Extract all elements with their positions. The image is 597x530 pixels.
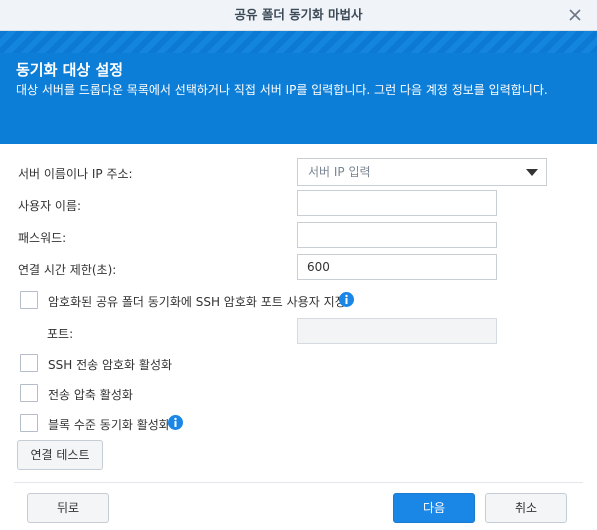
ssh-port-checkbox-label: 암호화된 공유 폴더 동기화에 SSH 암호화 포트 사용자 지정 [48,295,346,309]
password-label: 패스워드: [18,231,67,245]
password-value [298,228,307,242]
timeout-value: 600 [307,260,330,274]
test-connection-button[interactable]: 연결 테스트 [17,440,103,470]
compression-checkbox[interactable] [20,384,38,402]
page-title: 동기화 대상 설정 [16,61,124,79]
username-value [298,196,307,210]
ssh-encryption-checkbox[interactable] [20,354,38,372]
username-label: 사용자 이름: [18,199,82,213]
block-sync-label: 블록 수준 동기화 활성화 [48,418,170,432]
server-label: 서버 이름이나 IP 주소: [18,167,133,181]
server-input-placeholder[interactable]: 서버 IP 입력 [308,159,371,185]
port-value [298,324,307,338]
header-banner: 동기화 대상 설정 대상 서버를 드롭다운 목록에서 선택하거나 직접 서버 I… [0,31,597,144]
chevron-down-icon[interactable] [526,169,538,176]
port-label: 포트: [47,327,74,341]
block-sync-checkbox[interactable] [20,414,38,432]
ssh-port-checkbox[interactable] [20,291,38,309]
back-button[interactable]: 뒤로 [27,493,109,523]
username-field[interactable] [297,190,497,216]
footer-divider [14,482,583,483]
compression-label: 전송 압축 활성화 [48,388,133,402]
window-title: 공유 폴더 동기화 마법사 [234,7,363,22]
server-dropdown[interactable]: 서버 IP 입력 [297,158,547,186]
close-icon[interactable] [567,7,583,23]
port-field[interactable] [297,318,497,344]
page-description: 대상 서버를 드롭다운 목록에서 선택하거나 직접 서버 IP를 입력합니다. … [16,83,548,97]
banner-pattern [0,31,597,53]
cancel-button[interactable]: 취소 [485,493,567,523]
ssh-encryption-label: SSH 전송 암호화 활성화 [48,358,173,372]
timeout-label: 연결 시간 제한(초): [18,263,117,277]
timeout-field[interactable]: 600 [297,254,497,280]
title-bar: 공유 폴더 동기화 마법사 [0,0,597,31]
info-icon[interactable] [168,415,183,430]
info-icon[interactable] [339,292,354,307]
next-button[interactable]: 다음 [393,493,475,523]
password-field[interactable] [297,222,497,248]
